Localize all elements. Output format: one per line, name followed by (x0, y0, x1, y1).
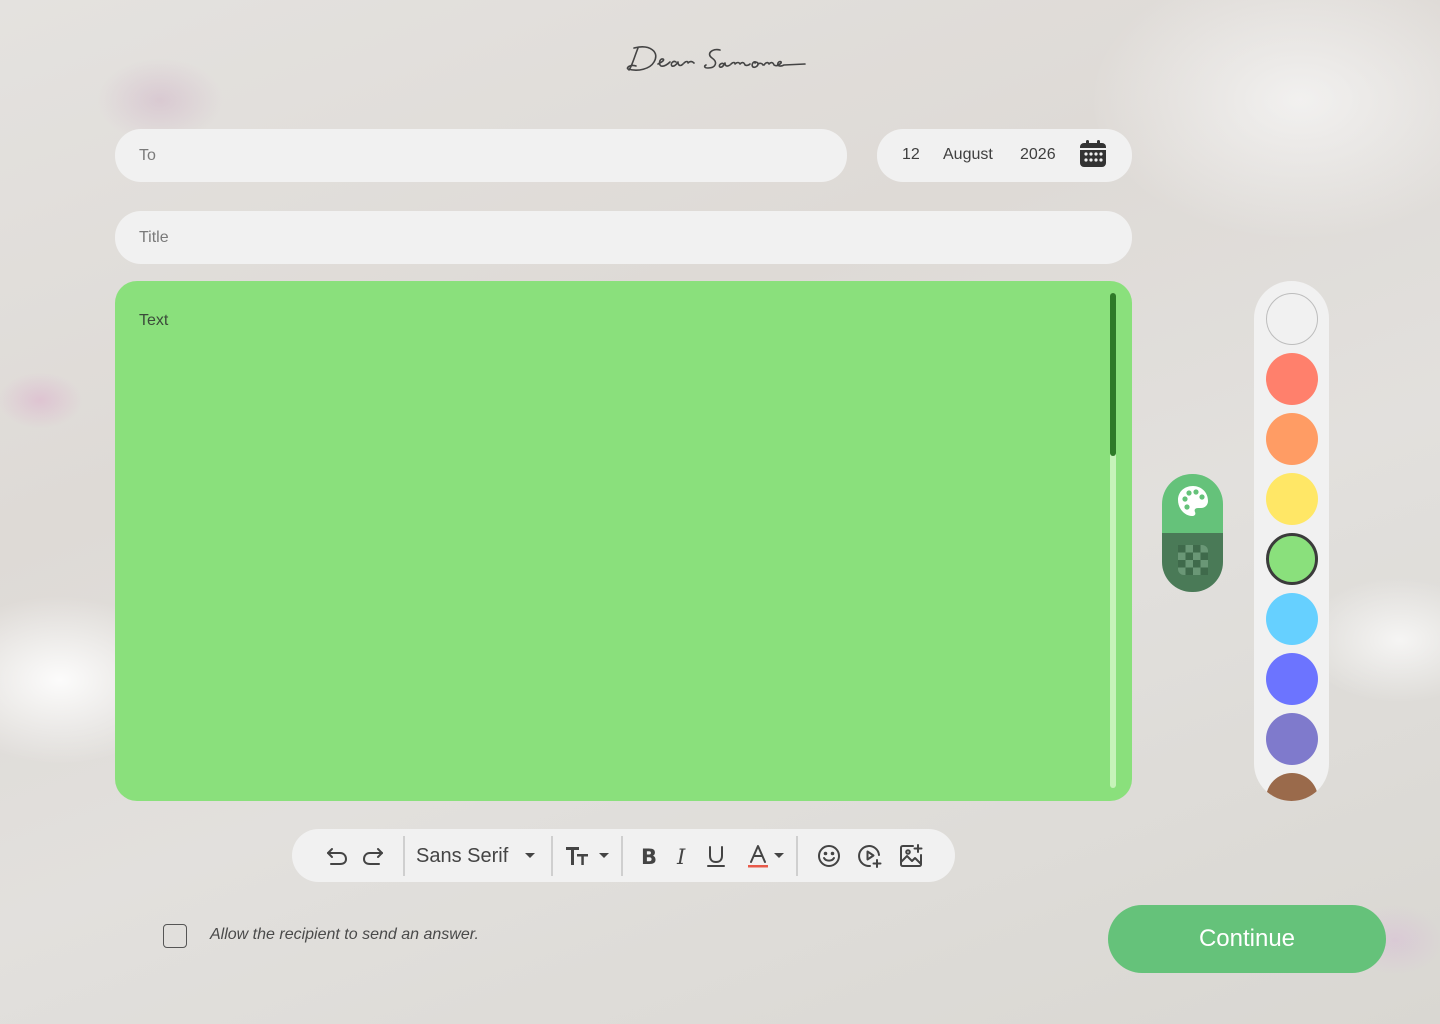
color-swatch-blue[interactable] (1266, 593, 1318, 645)
date-month[interactable]: August (943, 146, 993, 164)
title-field[interactable]: Title (115, 211, 1132, 264)
svg-text:I: I (676, 845, 686, 869)
date-picker[interactable]: 12 August 2026 (877, 129, 1132, 182)
chevron-down-icon[interactable] (597, 849, 611, 863)
continue-label: Continue (1198, 925, 1296, 952)
color-swatch-indigo[interactable] (1266, 653, 1318, 705)
svg-text:B: B (641, 845, 657, 869)
to-placeholder: To (139, 146, 156, 164)
calendar-icon[interactable] (1078, 139, 1108, 169)
allow-answer-checkbox[interactable] (163, 924, 187, 948)
continue-button[interactable]: Continue (1108, 905, 1386, 973)
toolbar-divider (796, 836, 798, 876)
color-swatch-brown[interactable] (1266, 773, 1318, 801)
add-image-icon[interactable] (898, 843, 924, 869)
text-size-icon[interactable] (564, 843, 590, 869)
toolbar-divider (551, 836, 553, 876)
message-editor[interactable]: Text (115, 281, 1132, 801)
editor-scrollbar[interactable] (1110, 293, 1116, 788)
emoji-icon[interactable] (816, 843, 842, 869)
text-placeholder: Text (139, 312, 169, 329)
italic-icon[interactable]: I (669, 843, 695, 869)
pattern-icon (1177, 545, 1208, 580)
color-swatch-green-selected[interactable] (1266, 533, 1318, 585)
bold-icon[interactable]: B (636, 843, 662, 869)
undo-icon[interactable] (324, 843, 350, 869)
add-video-icon[interactable] (857, 843, 883, 869)
color-swatch-orange[interactable] (1266, 413, 1318, 465)
palette-icon (1176, 484, 1210, 523)
color-swatch-red[interactable] (1266, 353, 1318, 405)
text-color-icon[interactable] (745, 843, 771, 869)
pattern-mode-button[interactable] (1162, 533, 1223, 592)
formatting-toolbar: Sans Serif B I (292, 829, 955, 882)
chevron-down-icon[interactable] (772, 849, 786, 863)
color-swatch-purple[interactable] (1266, 713, 1318, 765)
redo-icon[interactable] (360, 843, 386, 869)
chevron-down-icon[interactable] (522, 849, 538, 863)
color-swatch-yellow[interactable] (1266, 473, 1318, 525)
date-year[interactable]: 2026 (1020, 146, 1056, 164)
toolbar-divider (403, 836, 405, 876)
color-palette (1254, 281, 1329, 801)
scrollbar-thumb[interactable] (1110, 293, 1116, 456)
date-day[interactable]: 12 (902, 146, 920, 164)
color-swatch-white[interactable] (1266, 293, 1318, 345)
allow-answer-label: Allow the recipient to send an answer. (210, 926, 479, 943)
font-family-select[interactable]: Sans Serif (416, 845, 508, 868)
background-style-switch[interactable] (1162, 474, 1223, 592)
color-mode-button[interactable] (1162, 474, 1223, 533)
title-placeholder: Title (139, 228, 169, 246)
to-field[interactable]: To (115, 129, 847, 182)
toolbar-divider (621, 836, 623, 876)
underline-icon[interactable] (703, 843, 729, 869)
dear-someone-logo (620, 36, 820, 86)
